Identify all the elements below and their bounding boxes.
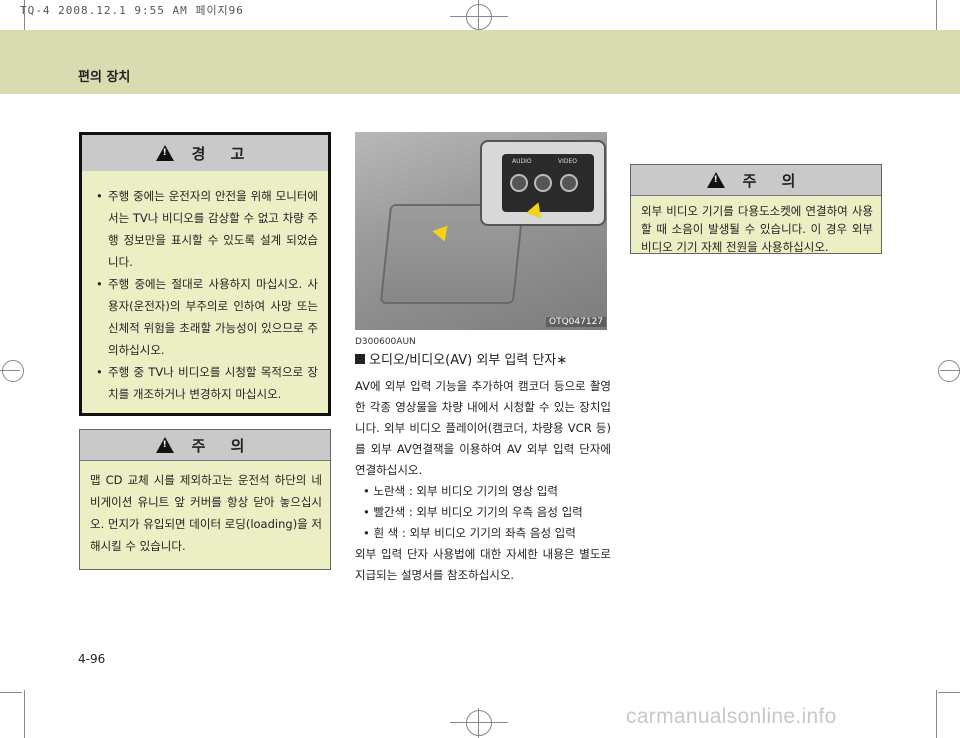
body-paragraph: AV에 외부 입력 기능을 추가하여 캠코더 등으로 촬영한 각종 영상물을 차…	[355, 379, 611, 477]
bullet-item: • 흰 색 : 외부 비디오 기기의 좌측 음성 입력	[363, 526, 576, 540]
warning-box: 경 고 주행 중에는 운전자의 안전을 위해 모니터에서는 TV나 비디오를 감…	[79, 132, 331, 416]
bullet-item: • 노란색 : 외부 비디오 기기의 영상 입력	[363, 484, 558, 498]
warning-item: 주행 중에는 운전자의 안전을 위해 모니터에서는 TV나 비디오를 감상할 수…	[94, 185, 318, 273]
warning-list: 주행 중에는 운전자의 안전을 위해 모니터에서는 TV나 비디오를 감상할 수…	[94, 185, 318, 405]
caution-header: 주 의	[631, 165, 881, 196]
warning-title: 경 고	[191, 144, 255, 163]
warning-item: 주행 중에는 절대로 사용하지 마십시오. 사용자(운전자)의 부주의로 인하여…	[94, 273, 318, 361]
caution-box-navigation: 주 의 맵 CD 교체 시를 제외하고는 운전석 하단의 네비게이션 유니트 앞…	[79, 429, 331, 570]
av-port-panel: AUDIO VIDEO	[502, 154, 594, 212]
section-title: 오디오/비디오(AV) 외부 입력 단자∗	[355, 349, 567, 368]
section-body: AV에 외부 입력 기능을 추가하여 캠코더 등으로 촬영한 각종 영상물을 차…	[355, 376, 611, 586]
header-band	[0, 30, 960, 94]
section-header: 편의 장치	[78, 70, 131, 85]
print-header: TQ-4 2008.12.1 9:55 AM 페이지96	[20, 4, 244, 17]
jack-icon	[510, 174, 528, 192]
caution-box-noise: 주 의 외부 비디오 기기를 다용도소켓에 연결하여 사용할 때 소음이 발생될…	[630, 164, 882, 254]
jack-icon	[560, 174, 578, 192]
watermark: carmanualsonline.info	[626, 705, 837, 728]
jack-icon	[534, 174, 552, 192]
caution-text: 외부 비디오 기기를 다용도소켓에 연결하여 사용할 때 소음이 발생될 수 있…	[641, 204, 873, 254]
audio-label: AUDIO	[512, 158, 532, 165]
caution-text: 맵 CD 교체 시를 제외하고는 운전석 하단의 네비게이션 유니트 앞 커버를…	[90, 473, 322, 553]
video-label: VIDEO	[558, 158, 578, 165]
warning-triangle-icon	[706, 172, 725, 188]
bullet-item: • 빨간색 : 외부 비디오 기기의 우측 음성 입력	[363, 505, 583, 519]
warning-item: 주행 중 TV나 비디오를 시청할 목적으로 장치를 개조하거나 변경하지 마십…	[94, 361, 318, 405]
warning-triangle-icon	[155, 145, 174, 161]
body-paragraph: 외부 입력 단자 사용법에 대한 자세한 내용은 별도로 지급되는 설명서를 참…	[355, 547, 611, 582]
av-input-photo: AUDIO VIDEO	[355, 132, 607, 330]
warning-header: 경 고	[82, 135, 328, 171]
figure-code: OTQ047127	[546, 317, 607, 327]
section-title-text: 오디오/비디오(AV) 외부 입력 단자∗	[369, 353, 568, 368]
square-bullet-icon	[355, 354, 365, 364]
section-code: D300600AUN	[355, 337, 416, 347]
caution-header: 주 의	[80, 430, 330, 461]
caution-title: 주 의	[191, 436, 255, 455]
warning-triangle-icon	[155, 437, 174, 453]
caution-title: 주 의	[742, 171, 806, 190]
av-panel-inset: AUDIO VIDEO	[480, 140, 606, 226]
page-number: 4-96	[78, 652, 106, 666]
